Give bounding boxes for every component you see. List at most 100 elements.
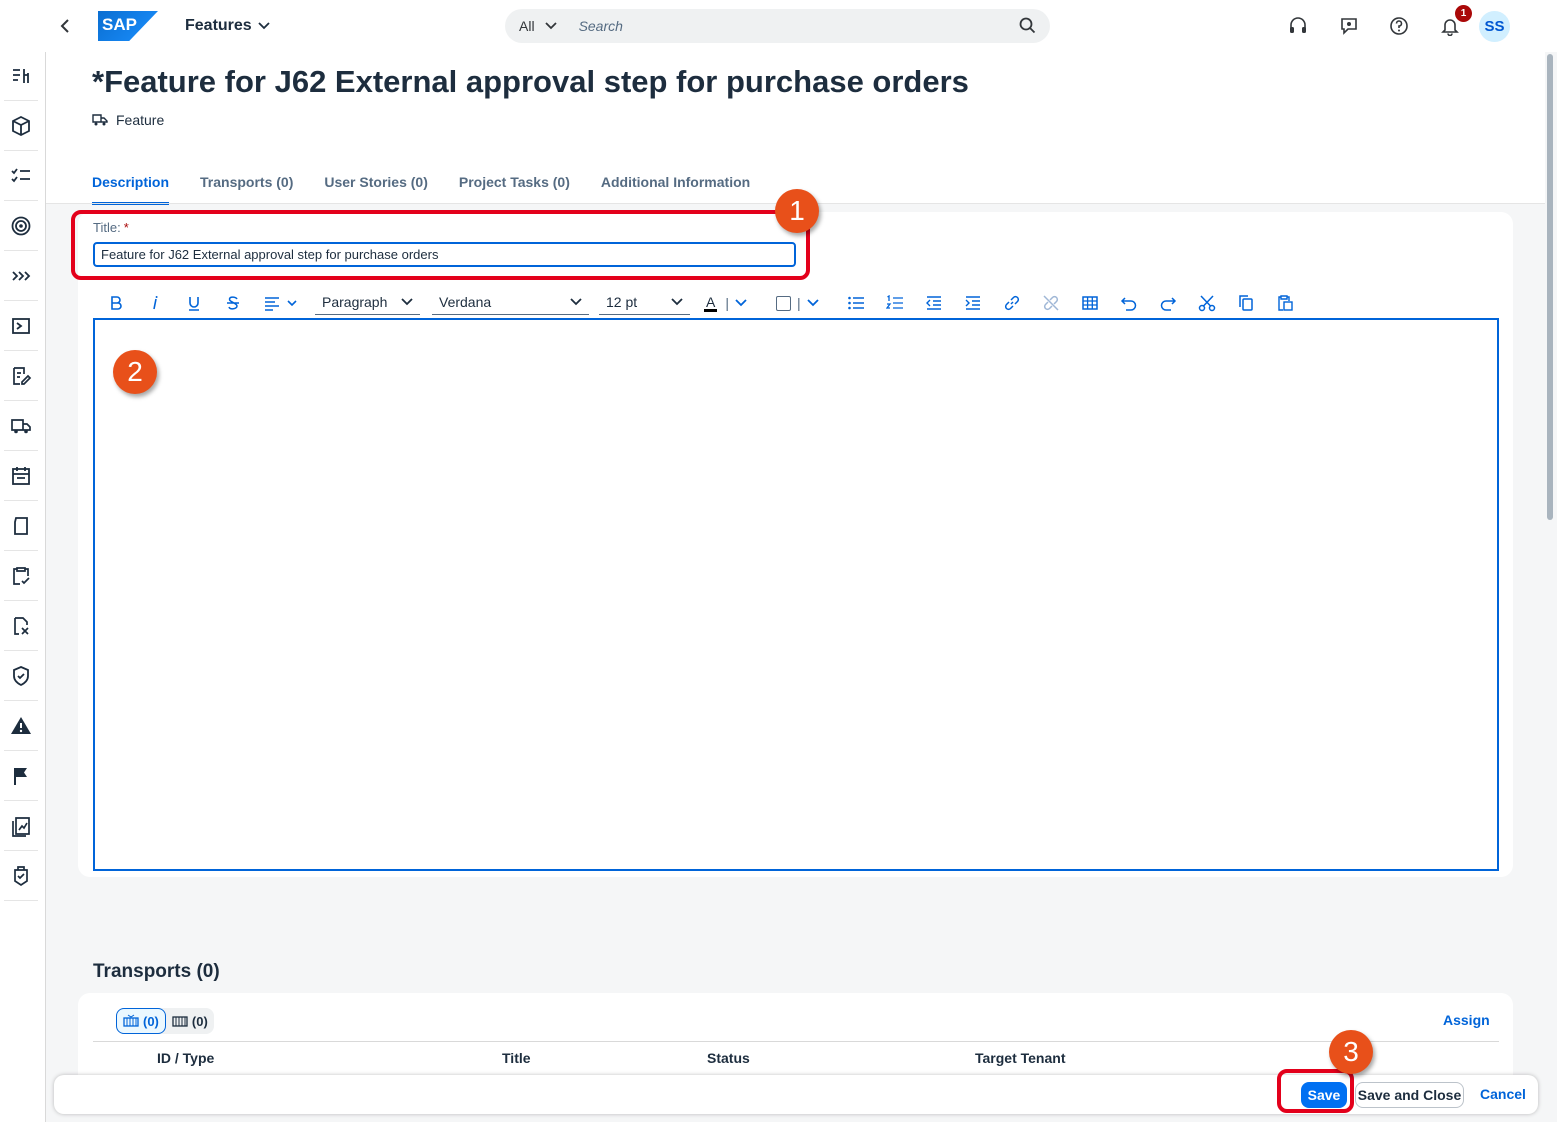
nav-item-security[interactable] — [4, 652, 38, 701]
report-chart-icon — [12, 817, 30, 837]
color-swatch — [776, 295, 791, 311]
document-cross-icon — [14, 617, 29, 635]
nav-item-reports[interactable] — [4, 802, 38, 851]
nav-item-overview[interactable] — [4, 52, 38, 101]
column-header-target-tenant[interactable]: Target Tenant — [975, 1050, 1066, 1066]
truck-icon — [92, 114, 108, 126]
tab-user-stories[interactable]: User Stories (0) — [324, 174, 427, 205]
search-input[interactable]: Search — [579, 18, 623, 34]
checklist-icon — [11, 168, 30, 183]
open-count: (0) — [143, 1013, 159, 1029]
headset-icon[interactable] — [1288, 16, 1308, 36]
nav-item-deliverables[interactable] — [4, 302, 38, 351]
bullet-list-icon[interactable] — [845, 292, 867, 314]
tab-additional-information[interactable]: Additional Information — [601, 174, 750, 205]
cancel-button[interactable]: Cancel — [1480, 1086, 1526, 1102]
side-navigation — [0, 52, 46, 1122]
underline-icon[interactable] — [183, 292, 205, 314]
transport-filter-segmented: (0) (0) — [116, 1008, 214, 1034]
outdent-icon[interactable] — [923, 292, 945, 314]
nav-item-requirements[interactable] — [4, 352, 38, 401]
strikethrough-icon[interactable] — [222, 292, 244, 314]
undo-icon[interactable] — [1118, 292, 1140, 314]
app-title-menu[interactable]: Features — [185, 17, 270, 35]
link-icon[interactable] — [1001, 292, 1023, 314]
cut-icon[interactable] — [1196, 292, 1218, 314]
block-format-select[interactable]: Paragraph — [315, 289, 420, 315]
tab-description[interactable]: Description — [92, 174, 170, 205]
open-transports-filter[interactable]: (0) — [116, 1008, 166, 1034]
nav-item-documents[interactable] — [4, 502, 38, 551]
logo-text: SAP — [102, 15, 137, 34]
font-color-button[interactable]: A | — [704, 292, 754, 314]
feedback-chat-icon[interactable] — [1339, 16, 1359, 36]
paste-icon[interactable] — [1274, 292, 1296, 314]
object-type-label: Feature — [116, 112, 165, 128]
column-header-id-type[interactable]: ID / Type — [157, 1050, 214, 1066]
tab-project-tasks[interactable]: Project Tasks (0) — [459, 174, 570, 205]
chevron-down-icon — [258, 22, 270, 30]
screen-icon — [12, 318, 30, 334]
search-icon[interactable] — [1019, 17, 1036, 34]
double-chevron-right-icon — [12, 271, 31, 281]
transport-open-icon — [123, 1014, 139, 1027]
search-bar[interactable]: All Search — [505, 9, 1050, 43]
column-header-title[interactable]: Title — [502, 1050, 531, 1066]
font-size-select[interactable]: 12 pt — [599, 289, 690, 315]
copy-icon[interactable] — [1235, 292, 1257, 314]
user-avatar[interactable]: SS — [1479, 11, 1510, 42]
released-count: (0) — [191, 1013, 208, 1029]
italic-icon[interactable] — [144, 292, 166, 314]
nav-item-process[interactable] — [4, 252, 38, 301]
chevron-down-icon — [807, 299, 819, 307]
list-chart-icon — [13, 69, 29, 83]
sap-logo[interactable]: SAP — [98, 11, 158, 41]
nav-item-targets[interactable] — [4, 202, 38, 251]
chevron-down-icon — [570, 297, 582, 305]
target-icon — [11, 216, 31, 236]
nav-item-products[interactable] — [4, 102, 38, 151]
search-scope-label: All — [519, 18, 535, 34]
nav-item-features[interactable] — [4, 402, 38, 451]
nav-item-milestones[interactable] — [4, 752, 38, 801]
flag-icon — [14, 768, 27, 785]
released-transports-filter[interactable]: (0) — [166, 1008, 214, 1034]
indent-icon[interactable] — [962, 292, 984, 314]
table-icon[interactable] — [1079, 292, 1101, 314]
shell-bar: SAP Features All Search 1 SS — [0, 0, 1557, 52]
document-icon — [14, 517, 28, 535]
save-and-close-button[interactable]: Save and Close — [1355, 1082, 1464, 1108]
nav-item-defects[interactable] — [4, 602, 38, 651]
rich-text-editor[interactable] — [93, 318, 1499, 871]
nav-item-calendar[interactable] — [4, 452, 38, 501]
help-icon[interactable] — [1389, 16, 1409, 36]
warning-icon — [11, 717, 31, 734]
unlink-icon[interactable] — [1040, 292, 1062, 314]
step-marker-1: 1 — [775, 189, 819, 233]
app-title: Features — [185, 17, 252, 34]
numbered-list-icon[interactable] — [884, 292, 906, 314]
redo-icon[interactable] — [1157, 292, 1179, 314]
page-scrollbar[interactable] — [1547, 54, 1553, 520]
text-align-dropdown[interactable] — [262, 292, 300, 314]
tab-bar: Description Transports (0) User Stories … — [92, 174, 750, 205]
bold-icon[interactable] — [105, 292, 127, 314]
column-header-status[interactable]: Status — [707, 1050, 750, 1066]
nav-item-tasks[interactable] — [4, 152, 38, 201]
truck-icon — [11, 419, 31, 434]
assign-link[interactable]: Assign — [1443, 1012, 1490, 1028]
transport-released-icon — [172, 1016, 188, 1027]
search-scope-select[interactable]: All — [519, 18, 557, 34]
chevron-down-icon — [735, 299, 747, 307]
transports-section-title: Transports (0) — [93, 961, 220, 982]
back-icon[interactable] — [56, 15, 76, 37]
notification-badge: 1 — [1455, 5, 1472, 22]
font-family-select[interactable]: Verdana — [432, 289, 589, 315]
nav-item-test-cases[interactable] — [4, 552, 38, 601]
background-color-button[interactable]: | — [776, 292, 826, 314]
nav-item-issues[interactable] — [4, 702, 38, 751]
tab-transports[interactable]: Transports (0) — [200, 174, 293, 205]
chevron-down-icon — [544, 22, 557, 30]
nav-item-approvals[interactable] — [4, 852, 38, 901]
cube-icon — [12, 115, 30, 137]
